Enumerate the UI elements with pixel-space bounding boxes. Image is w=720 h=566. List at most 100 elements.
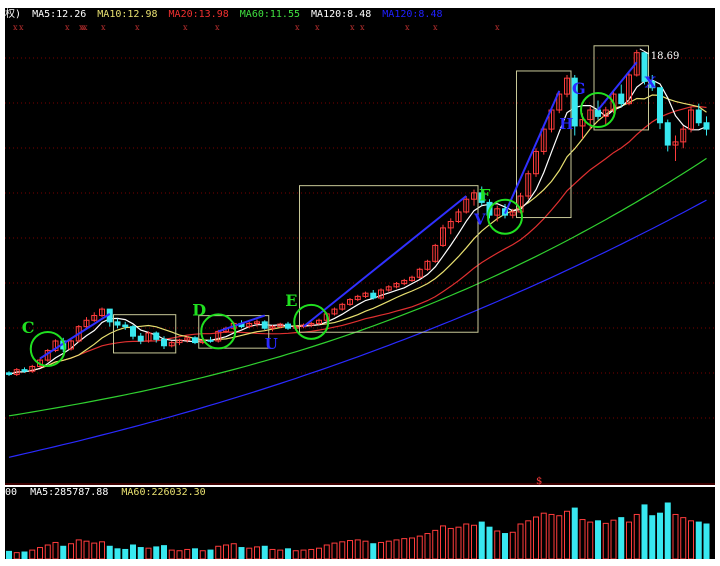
volume-bar — [246, 547, 253, 559]
volume-legend-prefix: 00 — [5, 487, 18, 498]
volume-bar — [215, 545, 222, 559]
volume-bar — [68, 543, 74, 559]
volume-bar — [494, 530, 501, 559]
volume-bar — [703, 523, 710, 559]
volume-bar — [176, 550, 183, 559]
volume-bar — [161, 545, 167, 559]
signal-marker: x — [495, 23, 500, 32]
volume-bar — [455, 526, 462, 559]
volume-bar — [153, 546, 160, 559]
signal-marker: x — [65, 23, 70, 32]
volume-bar — [316, 547, 322, 559]
volume-bar — [579, 519, 586, 559]
setup-label: C — [22, 318, 35, 337]
legend-ma120-dup: MA120:8.48 — [382, 9, 443, 20]
price-panel[interactable]: 权) MA5:12.26 MA10:12.98 MA20:13.98 MA60:… — [5, 8, 715, 485]
signal-marker: x — [83, 23, 88, 32]
candle-body — [695, 109, 702, 124]
volume-bar — [440, 525, 446, 559]
volume-bar — [502, 533, 508, 559]
volume-bar — [571, 507, 578, 559]
volume-panel[interactable]: 00 MA5:285787.88 MA60:226032.30 — [5, 487, 715, 559]
volume-bar — [471, 524, 477, 559]
volume-bar — [269, 548, 276, 559]
volume-bar — [83, 540, 90, 559]
volume-bar — [416, 535, 423, 559]
candle-body — [657, 87, 663, 124]
volume-bar — [75, 539, 82, 559]
volume-legend: 00 MA5:285787.88 MA60:226032.30 — [5, 487, 213, 499]
volume-bar — [122, 548, 129, 559]
volume-bar — [199, 550, 206, 559]
setup-label: F — [479, 186, 491, 205]
signal-marker: x — [405, 23, 410, 32]
signal-marker: x — [350, 23, 355, 32]
signal-marker: x — [19, 23, 24, 32]
volume-bar — [362, 540, 369, 559]
volume-bar — [378, 541, 384, 559]
trend-line — [302, 195, 467, 328]
volume-bar — [13, 552, 20, 559]
volume-legend-ma60: MA60:226032.30 — [121, 487, 206, 498]
volume-bar — [447, 527, 454, 559]
legend-ma20: MA20:13.98 — [168, 9, 229, 20]
signal-marker: x — [183, 23, 188, 32]
volume-bar — [60, 545, 67, 559]
volume-signal-label: $ — [536, 476, 542, 485]
candle-body — [6, 372, 12, 375]
volume-bar — [261, 545, 268, 559]
volume-bar — [223, 544, 229, 559]
volume-bar — [587, 521, 594, 559]
candle-body — [122, 324, 129, 328]
volume-bar — [517, 523, 524, 559]
volume-bar — [548, 513, 555, 559]
volume-bar — [323, 544, 330, 559]
volume-bar — [672, 513, 679, 559]
volume-bar — [432, 529, 439, 559]
volume-bar — [610, 519, 617, 559]
volume-bar — [37, 547, 43, 559]
signal-marker: x — [295, 23, 300, 32]
volume-bar — [21, 551, 28, 559]
volume-bar — [385, 540, 392, 559]
volume-bar — [657, 512, 663, 559]
candle-body — [370, 292, 377, 299]
candle-body — [261, 321, 268, 329]
volume-bar — [339, 541, 346, 559]
volume-bar — [525, 520, 532, 559]
setup-label: D — [192, 300, 206, 319]
volume-bar — [130, 544, 136, 559]
volume-bar — [99, 541, 105, 559]
volume-bar — [602, 522, 609, 559]
volume-bar — [409, 537, 415, 559]
volume-bar — [401, 538, 408, 559]
volume-bar — [424, 533, 431, 559]
volume-bar — [308, 548, 315, 559]
volume-bar — [370, 543, 377, 559]
legend-ma10: MA10:12.98 — [97, 9, 158, 20]
volume-bar — [145, 547, 152, 559]
volume-bar — [533, 516, 539, 559]
volume-bar — [184, 548, 191, 559]
volume-bar — [463, 523, 470, 559]
price-chart: CDEFGUVHX18.69x x x xxx x x x x x x x x x x x$ — [5, 23, 715, 485]
volume-bar — [393, 539, 400, 559]
setup-label: G — [572, 79, 586, 98]
volume-bar — [230, 543, 237, 559]
legend-prefix: 权) — [5, 9, 22, 20]
volume-bar — [292, 550, 299, 559]
volume-bar — [168, 549, 175, 559]
signal-marker: x — [13, 23, 18, 32]
candle-body — [703, 122, 710, 130]
candle-body — [285, 323, 291, 329]
candle-body — [153, 332, 160, 340]
volume-bar — [192, 548, 198, 559]
candle-body — [664, 122, 671, 146]
volume-bar — [285, 548, 291, 559]
signal-marker: x — [215, 23, 220, 32]
volume-bar — [564, 510, 570, 559]
volume-bar — [595, 520, 601, 559]
volume-bar — [331, 542, 338, 559]
candle-body — [595, 109, 601, 117]
signal-marker: x — [135, 23, 140, 32]
